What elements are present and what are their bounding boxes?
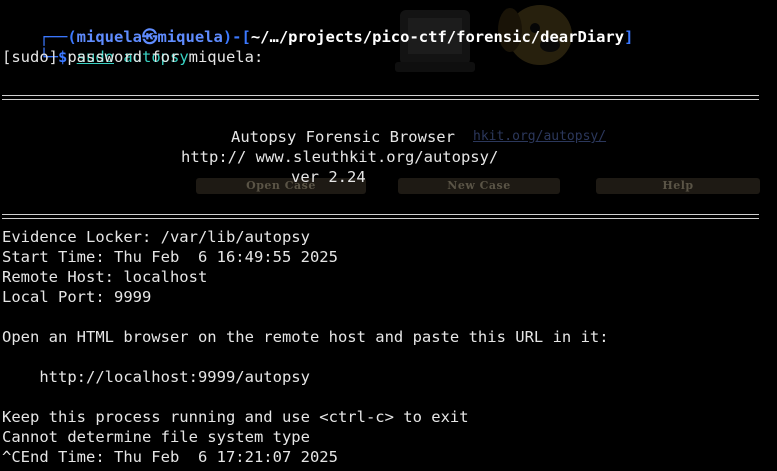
remote-host-line: Remote Host: localhost (2, 268, 208, 286)
sudo-password-prompt: [sudo] password for miquela: (2, 48, 264, 66)
prompt-bracket-open: )-[ (222, 28, 251, 46)
banner-version: ver 2.24 (291, 168, 366, 186)
prompt-bracket-close: ] (624, 28, 634, 46)
open-browser-instruction: Open an HTML browser on the remote host … (2, 328, 609, 346)
prompt-header: ┌──(miquela㉿miquela)-[~/…/projects/pico-… (2, 7, 633, 46)
autopsy-url-line: http://localhost:9999/autopsy (2, 368, 310, 386)
filesystem-error-line: Cannot determine file system type (2, 428, 310, 446)
banner-top-rule (2, 95, 759, 100)
banner-title: Autopsy Forensic Browser (231, 128, 455, 146)
background-autopsy-link: hkit.org/autopsy/ (473, 129, 607, 144)
evidence-locker-line: Evidence Locker: /var/lib/autopsy (2, 228, 310, 246)
terminal-window[interactable]: hkit.org/autopsy/ Open Case New Case Hel… (0, 0, 777, 471)
end-time-line: ^CEnd Time: Thu Feb 6 17:21:07 2025 (2, 448, 338, 466)
banner-url: http:// www.sleuthkit.org/autopsy/ (181, 148, 499, 166)
prompt-path: ~/…/projects/pico-ctf/forensic/dearDiary (250, 28, 625, 46)
keep-running-line: Keep this process running and use <ctrl-… (2, 408, 469, 426)
command-line: └─$ sudo autopsy (2, 27, 188, 66)
banner-bottom-rule (2, 214, 759, 219)
background-help-button: Help (596, 178, 760, 194)
start-time-line: Start Time: Thu Feb 6 16:49:55 2025 (2, 248, 338, 266)
background-new-case-button: New Case (398, 178, 560, 194)
local-port-line: Local Port: 9999 (2, 288, 152, 306)
